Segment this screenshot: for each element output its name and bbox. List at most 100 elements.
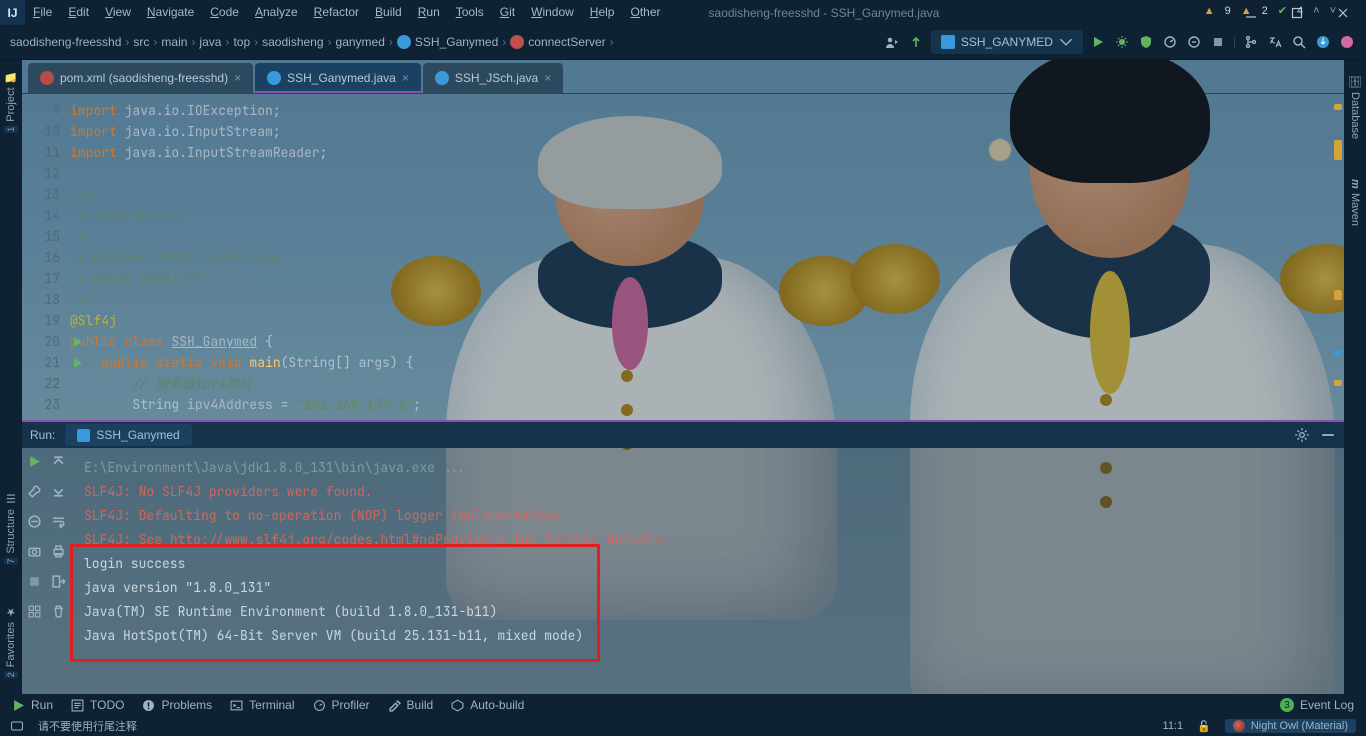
code-line[interactable]: import java.io.InputStream; [70,121,1344,142]
gutter-line-number[interactable]: 19 [22,310,70,331]
gutter-line-number[interactable]: 23 [22,394,70,415]
gutter-line-number[interactable]: 21 [22,352,70,373]
menu-window[interactable]: Window [523,0,582,25]
menu-build[interactable]: Build [367,0,410,25]
code-line[interactable]: String ipv4Address = "192.168.137.1"; [70,394,1344,415]
inspection-widget[interactable]: ▲ 9 ▲ 2 ✔ 4 ˄ ˅ [1204,4,1336,17]
error-stripe[interactable] [1334,100,1342,410]
breadcrumb-item[interactable]: java [199,35,221,49]
menu-help[interactable]: Help [582,0,623,25]
theme-indicator[interactable]: Night Owl (Material) [1225,719,1356,733]
menu-other[interactable]: Other [622,0,668,25]
structure-toolwindow-button[interactable]: 7Structure☰ [4,492,18,565]
vcs-user-icon[interactable] [883,33,901,51]
profile-icon[interactable] [1161,33,1179,51]
run-tab[interactable]: SSH_Ganymed [65,424,191,446]
close-tab-icon[interactable]: × [234,71,241,85]
gutter-line-number[interactable]: 22 [22,373,70,394]
code-line[interactable]: import java.io.InputStreamReader; [70,142,1344,163]
attach-debugger-icon[interactable] [27,514,42,534]
console-line[interactable]: SLF4J: Defaulting to no-operation (NOP) … [84,504,1330,528]
code-line[interactable]: import java.io.IOException; [70,100,1344,121]
rerun-icon[interactable] [27,454,42,474]
autobuild-toolwindow-button[interactable]: Auto-build [451,698,524,712]
gutter-line-number[interactable]: 14 [22,205,70,226]
menu-analyze[interactable]: Analyze [247,0,306,25]
menu-git[interactable]: Git [492,0,523,25]
code-line[interactable]: * @date 2021/7/7 [70,268,1344,289]
print-icon[interactable] [51,544,66,564]
run-configuration-dropdown[interactable]: SSH_GANYMED [931,30,1083,54]
scroll-down-icon[interactable] [51,484,66,504]
gutter-line-number[interactable]: 20 [22,331,70,352]
exit-icon[interactable] [51,574,66,594]
stop-icon[interactable] [1209,33,1227,51]
maven-toolwindow-button[interactable]: mMaven [1349,179,1361,226]
build-toolwindow-button[interactable]: Build [388,698,434,712]
menu-tools[interactable]: Tools [448,0,492,25]
gear-icon[interactable] [1294,427,1310,443]
code-line[interactable] [70,163,1344,184]
ide-update-icon[interactable] [1314,33,1332,51]
console-line[interactable]: java version "1.8.0_131" [84,576,1330,600]
git-branch-icon[interactable] [1242,33,1260,51]
code-line[interactable]: */ [70,289,1344,310]
gutter-line-number[interactable]: 13 [22,184,70,205]
run-icon[interactable] [1089,33,1107,51]
gutter-line-number[interactable]: 16 [22,247,70,268]
breadcrumb-item[interactable]: src [133,35,149,49]
debug-icon[interactable] [1113,33,1131,51]
caret-position[interactable]: 11:1 [1163,720,1184,732]
profiler-toolwindow-button[interactable]: Profiler [313,698,370,712]
gutter-line-number[interactable]: 17 [22,268,70,289]
editor-gutter[interactable]: 91011121314151617181920212223 [22,94,70,416]
vcs-update-icon[interactable] [907,33,925,51]
close-tab-icon[interactable]: × [544,71,551,85]
editor-tab[interactable]: pom.xml (saodisheng-freesshd) × [28,63,253,93]
code-line[interactable]: * description: [70,205,1344,226]
code-line[interactable]: /** [70,184,1344,205]
breadcrumb-item[interactable]: main [161,35,187,49]
stop-icon[interactable] [27,574,42,594]
code-line[interactable]: public static void main(String[] args) { [70,352,1344,373]
menu-view[interactable]: View [97,0,139,25]
coverage-icon[interactable] [1137,33,1155,51]
breadcrumbs[interactable]: saodisheng-freesshd› src› main› java› to… [10,35,614,49]
close-tab-icon[interactable]: × [402,71,409,85]
problems-toolwindow-button[interactable]: Problems [142,698,212,712]
menu-run[interactable]: Run [410,0,448,25]
breadcrumb-item[interactable]: top [233,35,250,49]
favorites-toolwindow-button[interactable]: 2Favorites★ [4,605,18,678]
soft-wrap-icon[interactable] [51,514,66,534]
gutter-line-number[interactable]: 11 [22,142,70,163]
todo-toolwindow-button[interactable]: TODO [71,698,124,712]
menu-refactor[interactable]: Refactor [306,0,367,25]
eventlog-toolwindow-button[interactable]: 3 Event Log [1280,698,1354,712]
project-toolwindow-button[interactable]: 1Project📁 [4,70,18,133]
code-line[interactable]: * @author 扫地生_saodisheng [70,247,1344,268]
menu-navigate[interactable]: Navigate [139,0,202,25]
code-line[interactable]: // 服务器ipv4地址 [70,373,1344,394]
layout-icon[interactable] [27,604,42,624]
terminal-toolwindow-button[interactable]: Terminal [230,698,294,712]
code-line[interactable]: * [70,226,1344,247]
console-line[interactable]: Java(TM) SE Runtime Environment (build 1… [84,600,1330,624]
code-editor[interactable]: 91011121314151617181920212223 import jav… [22,94,1344,416]
trash-icon[interactable] [51,604,66,624]
gutter-line-number[interactable]: 18 [22,289,70,310]
console-line[interactable]: Java HotSpot(TM) 64-Bit Server VM (build… [84,624,1330,648]
gutter-line-number[interactable]: 12 [22,163,70,184]
main-menu[interactable]: FileEditViewNavigateCodeAnalyzeRefactorB… [25,0,669,25]
gutter-line-number[interactable]: 15 [22,226,70,247]
lock-icon[interactable]: 🔓 [1197,720,1211,733]
run-console[interactable]: E:\Environment\Java\jdk1.8.0_131\bin\jav… [70,448,1344,698]
editor-code-area[interactable]: import java.io.IOException;import java.i… [70,94,1344,416]
message-icon[interactable] [10,719,24,733]
menu-edit[interactable]: Edit [60,0,97,25]
breadcrumb-item[interactable]: ganymed [336,35,385,49]
breadcrumb-item[interactable]: SSH_Ganymed [415,35,498,49]
tools-icon[interactable] [27,484,42,504]
breadcrumb-item[interactable]: connectServer [528,35,605,49]
run-toolwindow-button[interactable]: Run [12,698,53,712]
attach-icon[interactable] [1185,33,1203,51]
